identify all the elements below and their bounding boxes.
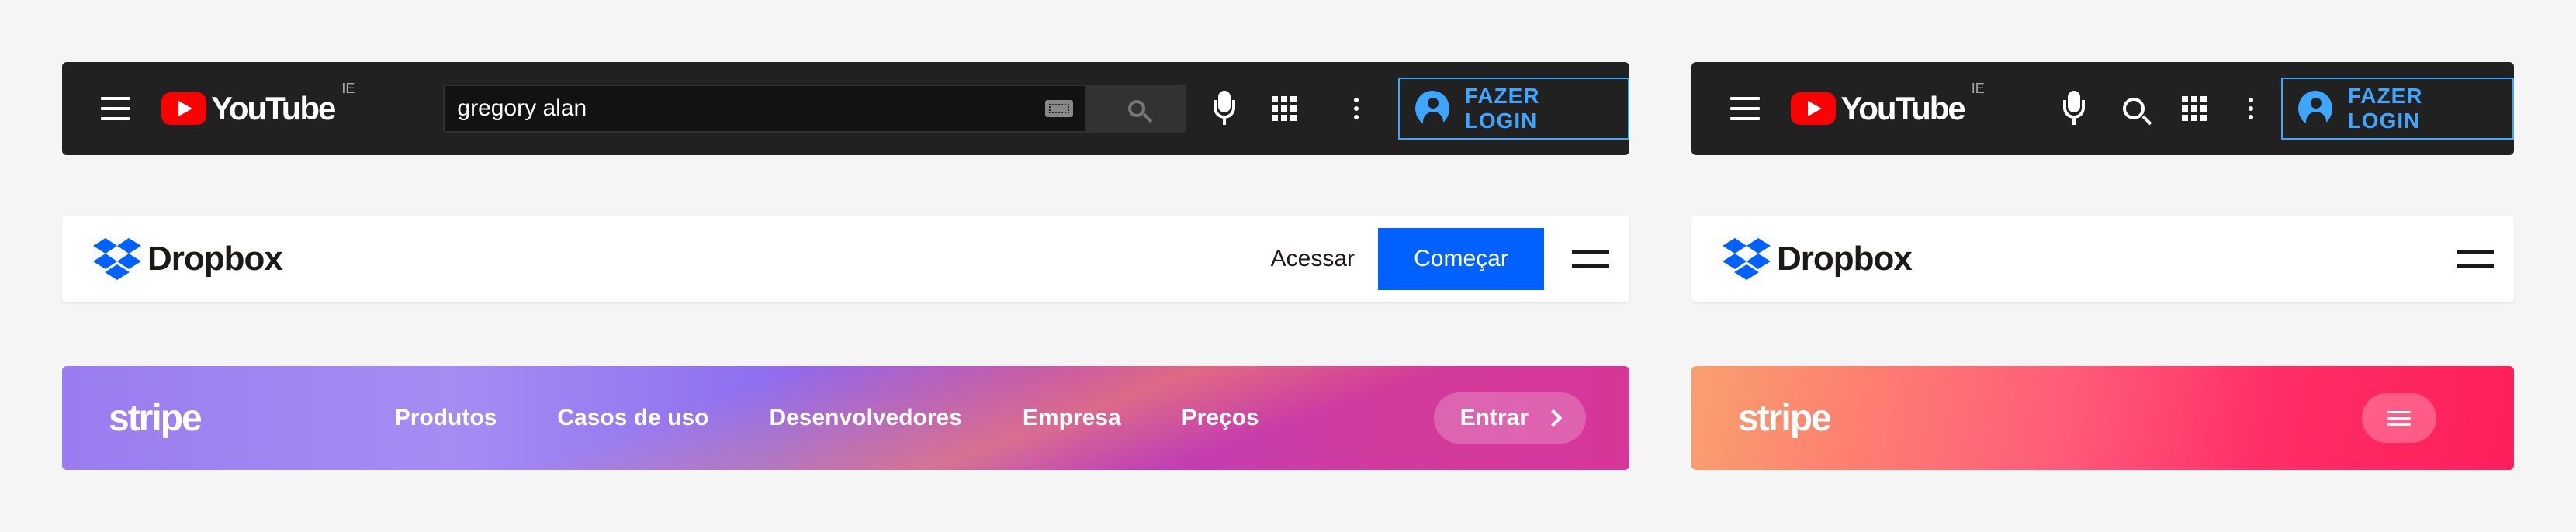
dropbox-logo-icon [1723, 238, 1771, 280]
voice-search-button[interactable] [2051, 85, 2096, 132]
dropbox-logo-text: Dropbox [147, 240, 283, 278]
stripe-nav: Produtos Casos de uso Desenvolvedores Em… [395, 405, 1259, 431]
stripe-logo[interactable]: stripe [1738, 397, 1832, 440]
dropbox-logo[interactable]: Dropbox [1723, 238, 1913, 280]
youtube-logo[interactable]: YouTube IE [1791, 81, 1985, 127]
account-icon [2297, 91, 2332, 126]
nav-item-precos[interactable]: Preços [1182, 405, 1259, 431]
dropbox-logo[interactable]: Dropbox [93, 238, 283, 280]
youtube-play-icon [1791, 92, 1837, 125]
search-button[interactable] [1087, 85, 1187, 133]
menu-icon[interactable] [101, 97, 130, 120]
dropbox-logo-icon [93, 238, 141, 280]
settings-button[interactable] [1334, 85, 1378, 132]
menu-icon[interactable] [2457, 250, 2494, 268]
keyboard-icon[interactable] [1045, 100, 1074, 117]
account-icon [1415, 91, 1449, 126]
youtube-logo-text: YouTube [210, 90, 336, 126]
get-started-button[interactable]: Começar [1378, 228, 1544, 290]
search-input[interactable]: gregory alan [443, 85, 1088, 133]
youtube-header-wide: YouTube IE gregory alan FAZER LOGIN [62, 62, 1629, 155]
menu-icon [2387, 410, 2411, 426]
settings-button[interactable] [2228, 85, 2273, 132]
chevron-right-icon [1544, 409, 1563, 427]
search-bar: gregory alan [443, 85, 1187, 133]
region-code: IE [341, 81, 355, 96]
search-icon [2123, 98, 2145, 119]
search-icon [1128, 100, 1146, 117]
menu-icon[interactable] [1730, 97, 1761, 120]
dropbox-header-wide: Dropbox Acessar Começar [62, 216, 1629, 302]
dropbox-actions: Acessar Começar [1271, 228, 1629, 290]
dropbox-header-narrow: Dropbox [1691, 216, 2514, 302]
dropbox-logo-text: Dropbox [1777, 240, 1913, 278]
nav-item-empresa[interactable]: Empresa [1023, 405, 1121, 431]
stripe-logo[interactable]: stripe [109, 397, 203, 440]
nav-item-casos-de-uso[interactable]: Casos de uso [557, 405, 708, 431]
youtube-play-icon [161, 92, 206, 125]
signin-label: Entrar [1459, 405, 1529, 430]
dropbox-actions [2429, 250, 2514, 268]
apps-icon [1271, 96, 1297, 121]
login-label: FAZER LOGIN [2347, 84, 2423, 133]
apps-button[interactable] [2172, 85, 2217, 132]
nav-item-desenvolvedores[interactable]: Desenvolvedores [769, 405, 961, 431]
apps-icon [2181, 96, 2207, 121]
search-button[interactable] [2111, 85, 2156, 132]
login-label: FAZER LOGIN [1464, 84, 1540, 133]
menu-button[interactable] [2362, 393, 2436, 443]
stripe-header-narrow: stripe [1691, 366, 2514, 470]
login-button[interactable]: FAZER LOGIN [2280, 78, 2514, 140]
signin-button[interactable]: Entrar [1433, 392, 1586, 444]
more-icon [1353, 98, 1359, 119]
more-icon [2249, 98, 2254, 119]
apps-button[interactable] [1262, 85, 1306, 132]
mic-icon [1209, 89, 1240, 128]
login-button[interactable]: FAZER LOGIN [1398, 78, 1629, 140]
youtube-logo[interactable]: YouTube IE [161, 81, 355, 127]
youtube-logo-text: YouTube [1840, 90, 1965, 126]
nav-item-produtos[interactable]: Produtos [395, 405, 497, 431]
signin-link[interactable]: Acessar [1271, 246, 1355, 272]
youtube-header-narrow: YouTube IE FAZER LOGIN [1691, 62, 2514, 155]
region-code: IE [1971, 81, 1985, 96]
mic-icon [2058, 89, 2090, 128]
search-input-value: gregory alan [457, 95, 587, 121]
voice-search-button[interactable] [1202, 85, 1246, 132]
stripe-header-wide: stripe Produtos Casos de uso Desenvolved… [62, 366, 1629, 470]
menu-icon[interactable] [1572, 250, 1609, 268]
